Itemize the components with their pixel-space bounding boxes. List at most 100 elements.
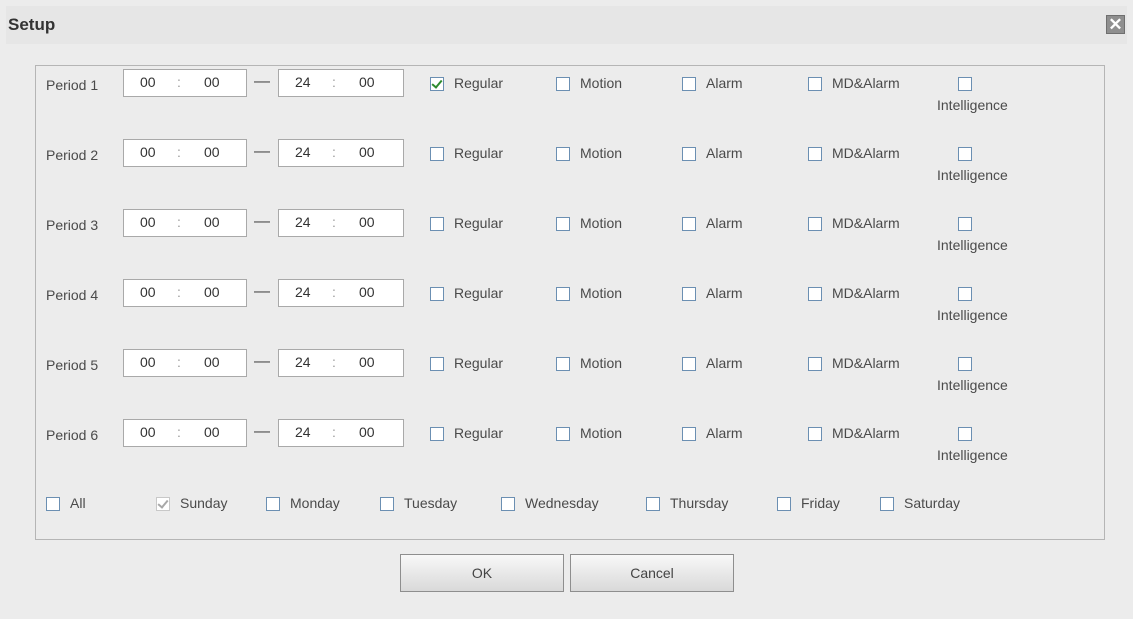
intelligence-checkbox[interactable] <box>958 357 972 371</box>
alarm-checkbox[interactable] <box>682 287 696 301</box>
start-time-input[interactable]: 00: 00 <box>123 209 247 237</box>
end-time-input[interactable]: 24: 00 <box>278 349 404 377</box>
end-minute[interactable]: 00 <box>359 354 375 370</box>
regular-checkbox[interactable] <box>430 427 444 441</box>
mdalarm-checkbox[interactable] <box>808 357 822 371</box>
close-icon[interactable]: ✕ <box>1106 15 1125 34</box>
intelligence-checkbox[interactable] <box>958 427 972 441</box>
regular-checkbox[interactable] <box>430 287 444 301</box>
day-thursday-checkbox[interactable] <box>646 497 660 511</box>
end-minute[interactable]: 00 <box>359 214 375 230</box>
time-separator: : <box>332 284 336 300</box>
motion-checkbox[interactable] <box>556 357 570 371</box>
day-friday-checkbox[interactable] <box>777 497 791 511</box>
intelligence-label: Intelligence <box>937 237 1008 253</box>
motion-checkbox[interactable] <box>556 217 570 231</box>
time-separator: : <box>332 354 336 370</box>
end-time-input[interactable]: 24: 00 <box>278 69 404 97</box>
ok-button[interactable]: OK <box>400 554 564 592</box>
start-minute[interactable]: 00 <box>204 354 220 370</box>
setup-dialog: Setup ✕ Period 1 00: 00 — 24: 00 Regular Motion… <box>6 6 1127 613</box>
intelligence-label: Intelligence <box>937 377 1008 393</box>
day-all-checkbox[interactable] <box>46 497 60 511</box>
end-hour[interactable]: 24 <box>295 284 311 300</box>
mdalarm-label: MD&Alarm <box>832 145 900 161</box>
time-separator: : <box>332 424 336 440</box>
end-time-input[interactable]: 24: 00 <box>278 209 404 237</box>
start-hour[interactable]: 00 <box>140 424 156 440</box>
start-time-input[interactable]: 00: 00 <box>123 69 247 97</box>
motion-checkbox[interactable] <box>556 427 570 441</box>
mdalarm-checkbox[interactable] <box>808 77 822 91</box>
start-hour[interactable]: 00 <box>140 74 156 90</box>
end-minute[interactable]: 00 <box>359 424 375 440</box>
time-separator: : <box>177 214 181 230</box>
intelligence-checkbox[interactable] <box>958 217 972 231</box>
mdalarm-label: MD&Alarm <box>832 285 900 301</box>
intelligence-checkbox[interactable] <box>958 287 972 301</box>
start-minute[interactable]: 00 <box>204 214 220 230</box>
end-minute[interactable]: 00 <box>359 144 375 160</box>
mdalarm-checkbox[interactable] <box>808 427 822 441</box>
start-hour[interactable]: 00 <box>140 354 156 370</box>
end-hour[interactable]: 24 <box>295 214 311 230</box>
regular-checkbox[interactable] <box>430 147 444 161</box>
day-saturday-checkbox[interactable] <box>880 497 894 511</box>
period-row: Period 6 00: 00 — 24: 00 Regular Motion Alarm MD&… <box>36 416 1104 476</box>
start-hour[interactable]: 00 <box>140 144 156 160</box>
mdalarm-label: MD&Alarm <box>832 215 900 231</box>
alarm-checkbox[interactable] <box>682 357 696 371</box>
intelligence-checkbox[interactable] <box>958 77 972 91</box>
end-hour[interactable]: 24 <box>295 144 311 160</box>
mdalarm-checkbox[interactable] <box>808 147 822 161</box>
period-label: Period 6 <box>46 427 99 443</box>
time-separator: : <box>177 144 181 160</box>
end-hour[interactable]: 24 <box>295 424 311 440</box>
intelligence-checkbox[interactable] <box>958 147 972 161</box>
time-separator: : <box>177 284 181 300</box>
end-time-input[interactable]: 24: 00 <box>278 139 404 167</box>
start-time-input[interactable]: 00: 00 <box>123 349 247 377</box>
cancel-button[interactable]: Cancel <box>570 554 734 592</box>
start-time-input[interactable]: 00: 00 <box>123 139 247 167</box>
end-time-input[interactable]: 24: 00 <box>278 279 404 307</box>
alarm-checkbox[interactable] <box>682 77 696 91</box>
day-tuesday-checkbox[interactable] <box>380 497 394 511</box>
end-time-input[interactable]: 24: 00 <box>278 419 404 447</box>
mdalarm-label: MD&Alarm <box>832 355 900 371</box>
start-minute[interactable]: 00 <box>204 284 220 300</box>
motion-checkbox[interactable] <box>556 147 570 161</box>
start-minute[interactable]: 00 <box>204 74 220 90</box>
day-sunday-label: Sunday <box>180 495 228 511</box>
mdalarm-label: MD&Alarm <box>832 425 900 441</box>
regular-checkbox[interactable] <box>430 77 444 91</box>
end-minute[interactable]: 00 <box>359 284 375 300</box>
alarm-label: Alarm <box>706 215 743 231</box>
regular-label: Regular <box>454 145 504 161</box>
day-wednesday-checkbox[interactable] <box>501 497 515 511</box>
start-time-input[interactable]: 00: 00 <box>123 279 247 307</box>
regular-checkbox[interactable] <box>430 217 444 231</box>
start-hour[interactable]: 00 <box>140 214 156 230</box>
start-hour[interactable]: 00 <box>140 284 156 300</box>
motion-checkbox[interactable] <box>556 287 570 301</box>
day-sunday-checkbox <box>156 497 170 511</box>
regular-checkbox[interactable] <box>430 357 444 371</box>
alarm-checkbox[interactable] <box>682 217 696 231</box>
end-hour[interactable]: 24 <box>295 354 311 370</box>
alarm-checkbox[interactable] <box>682 147 696 161</box>
range-dash: — <box>254 423 270 440</box>
day-monday-checkbox[interactable] <box>266 497 280 511</box>
alarm-checkbox[interactable] <box>682 427 696 441</box>
start-minute[interactable]: 00 <box>204 424 220 440</box>
motion-checkbox[interactable] <box>556 77 570 91</box>
regular-label: Regular <box>454 75 504 91</box>
mdalarm-checkbox[interactable] <box>808 217 822 231</box>
start-minute[interactable]: 00 <box>204 144 220 160</box>
mdalarm-checkbox[interactable] <box>808 287 822 301</box>
end-minute[interactable]: 00 <box>359 74 375 90</box>
alarm-label: Alarm <box>706 145 743 161</box>
end-hour[interactable]: 24 <box>295 74 311 90</box>
start-time-input[interactable]: 00: 00 <box>123 419 247 447</box>
intelligence-label: Intelligence <box>937 97 1008 113</box>
